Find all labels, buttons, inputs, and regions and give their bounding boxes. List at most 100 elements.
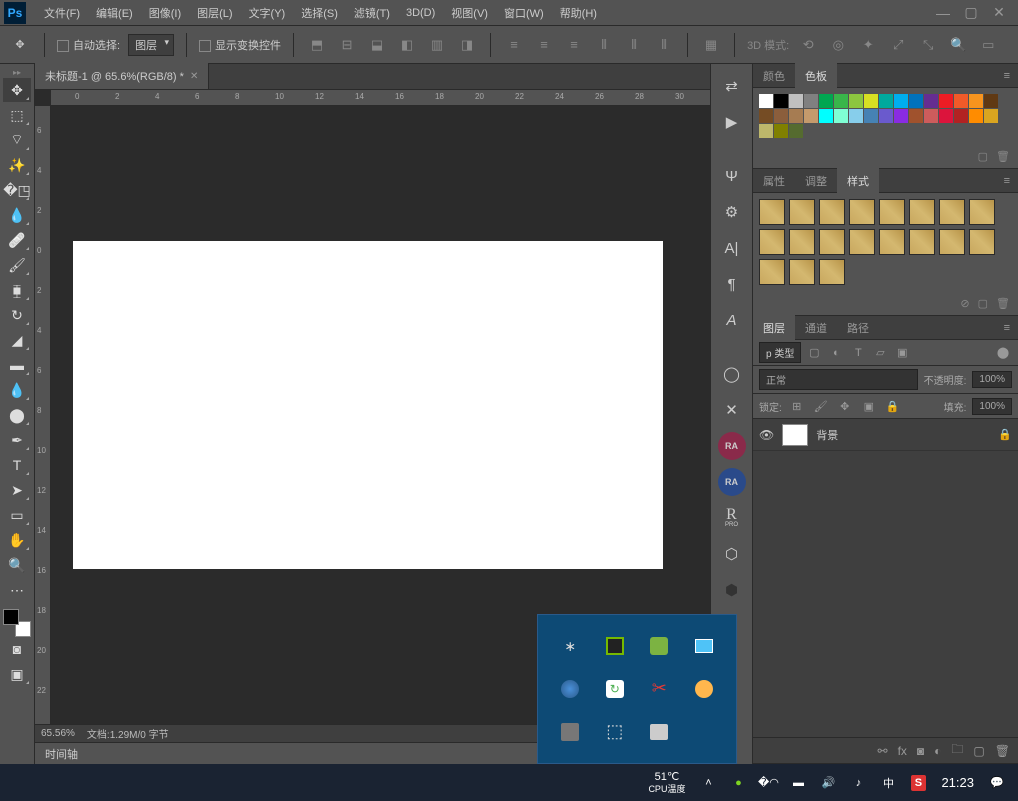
healing-tool[interactable]: 🩹 — [3, 228, 31, 252]
shape-tool[interactable]: ▭ — [3, 503, 31, 527]
layers-tab[interactable]: 图层 — [753, 315, 795, 341]
3d-panel-icon[interactable]: ⬢ — [718, 576, 746, 604]
swatch[interactable] — [849, 109, 863, 123]
swatch[interactable] — [984, 109, 998, 123]
horizontal-ruler[interactable]: 024681012141618202224262830 — [51, 90, 710, 106]
volume-icon[interactable]: 🔊 — [817, 772, 839, 794]
show-transform-checkbox[interactable]: 显示变换控件 — [199, 37, 281, 53]
swatch[interactable] — [789, 94, 803, 108]
style-swatch[interactable] — [939, 229, 965, 255]
swatch[interactable] — [759, 109, 773, 123]
menu-layer[interactable]: 图层(L) — [189, 1, 240, 25]
dist-bottom-icon[interactable]: ≡ — [563, 34, 585, 56]
swatches-grid[interactable] — [753, 88, 1018, 144]
dist-vcenter-icon[interactable]: ≡ — [533, 34, 555, 56]
screenmode-tool[interactable]: ▣ — [3, 662, 31, 686]
eyedropper-tool[interactable]: 💧 — [3, 203, 31, 227]
fill-input[interactable]: 100% — [972, 398, 1012, 415]
type-tool[interactable]: T — [3, 453, 31, 477]
channels-tab[interactable]: 通道 — [795, 315, 837, 341]
swatch[interactable] — [774, 124, 788, 138]
libraries-panel-icon[interactable]: ◯ — [718, 360, 746, 388]
adjustment-layer-icon[interactable]: ◐ — [934, 744, 941, 758]
dist-right-icon[interactable]: ⫴ — [653, 34, 675, 56]
sogou-icon[interactable]: S — [907, 772, 929, 794]
toolbox-handle[interactable]: ▸▸ — [13, 68, 21, 78]
swatch[interactable] — [864, 109, 878, 123]
style-swatch[interactable] — [789, 259, 815, 285]
3d-orbit-icon[interactable]: ⟲ — [797, 34, 819, 56]
style-swatch[interactable] — [969, 229, 995, 255]
link-layers-icon[interactable]: ⚯ — [878, 744, 888, 758]
menu-image[interactable]: 图像(I) — [141, 1, 189, 25]
lasso-tool[interactable]: ⌔ — [3, 128, 31, 152]
minimize-button[interactable]: — — [936, 6, 950, 20]
style-swatch[interactable] — [849, 229, 875, 255]
style-swatch[interactable] — [819, 199, 845, 225]
swatch[interactable] — [879, 109, 893, 123]
new-swatch-icon[interactable]: ▢ — [978, 150, 988, 163]
usb-tray-icon[interactable]: ⬚ — [593, 710, 638, 753]
style-swatch[interactable] — [819, 229, 845, 255]
stamp-tool[interactable]: ⧯ — [3, 278, 31, 302]
foreground-color[interactable] — [3, 609, 19, 625]
swatch[interactable] — [804, 109, 818, 123]
crop-tool[interactable]: �◳ — [3, 178, 31, 202]
style-swatch[interactable] — [759, 199, 785, 225]
swatch[interactable] — [924, 109, 938, 123]
layer-mask-icon[interactable]: ◙ — [917, 744, 924, 758]
swatch[interactable] — [954, 109, 968, 123]
swatch[interactable] — [939, 109, 953, 123]
maximize-button[interactable]: ▢ — [964, 6, 978, 20]
swatch[interactable] — [819, 94, 833, 108]
new-style-icon[interactable]: ▢ — [978, 297, 988, 310]
panel-menu-icon[interactable]: ≡ — [996, 322, 1018, 334]
align-top-icon[interactable]: ⬒ — [306, 34, 328, 56]
search-icon[interactable]: 🔍 — [947, 34, 969, 56]
dist-top-icon[interactable]: ≡ — [503, 34, 525, 56]
filter-adjust-icon[interactable]: ◐ — [827, 344, 845, 362]
eraser-tool[interactable]: ◢ — [3, 328, 31, 352]
ra-panel-icon-2[interactable]: RA — [718, 468, 746, 496]
character-panel-icon[interactable]: A| — [718, 234, 746, 262]
style-swatch[interactable] — [849, 199, 875, 225]
swatch[interactable] — [774, 109, 788, 123]
lock-pixels-icon[interactable]: 🖌 — [812, 397, 830, 415]
ime-icon[interactable]: 中 — [877, 772, 899, 794]
swatch[interactable] — [834, 94, 848, 108]
align-right-icon[interactable]: ◨ — [456, 34, 478, 56]
style-swatch[interactable] — [759, 259, 785, 285]
magic-wand-tool[interactable]: ✨ — [3, 153, 31, 177]
swatch[interactable] — [819, 109, 833, 123]
align-hcenter-icon[interactable]: ▥ — [426, 34, 448, 56]
3d-slide-icon[interactable]: ⤢ — [887, 34, 909, 56]
user-tray-icon[interactable] — [682, 668, 727, 711]
filter-toggle[interactable]: ⬤ — [994, 344, 1012, 362]
swatch[interactable] — [834, 109, 848, 123]
blend-mode-dropdown[interactable]: 正常 — [759, 369, 918, 390]
clear-style-icon[interactable]: ⊘ — [960, 297, 969, 310]
notifications-icon[interactable]: 💬 — [986, 772, 1008, 794]
filter-shape-icon[interactable]: ▱ — [871, 344, 889, 362]
adjustments-tab[interactable]: 调整 — [795, 168, 837, 194]
swatch[interactable] — [909, 94, 923, 108]
vertical-ruler[interactable]: 6420246810121416182022 — [35, 106, 51, 724]
close-button[interactable]: ✕ — [992, 6, 1006, 20]
doc-info[interactable]: 文档:1.29M/0 字节 — [87, 726, 169, 741]
snip-tray-icon[interactable]: ✂ — [637, 668, 682, 711]
brush-panel-icon[interactable]: Ψ — [718, 162, 746, 190]
glyphs-panel-icon[interactable]: A — [718, 306, 746, 334]
swatch[interactable] — [789, 124, 803, 138]
zoom-tool[interactable]: 🔍 — [3, 553, 31, 577]
panel-menu-icon[interactable]: ≡ — [996, 70, 1018, 82]
filter-type-icon[interactable]: T — [849, 344, 867, 362]
dist-left-icon[interactable]: ⫴ — [593, 34, 615, 56]
lock-all-icon[interactable]: 🔒 — [884, 397, 902, 415]
swatch[interactable] — [939, 94, 953, 108]
style-swatch[interactable] — [879, 229, 905, 255]
swatch[interactable] — [894, 94, 908, 108]
tray-expand-icon[interactable]: ˄ — [697, 772, 719, 794]
move-tool[interactable]: ✥ — [3, 78, 31, 102]
paths-tab[interactable]: 路径 — [837, 315, 879, 341]
layer-dropdown[interactable]: 图层 — [128, 34, 174, 56]
